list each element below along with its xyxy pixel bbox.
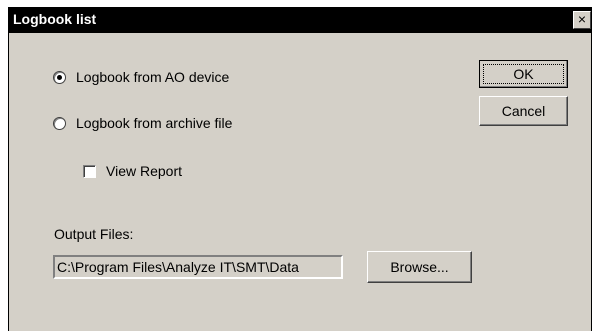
output-files-label: Output Files: xyxy=(54,226,134,242)
close-button[interactable]: × xyxy=(573,11,591,29)
radio-unselected-icon[interactable] xyxy=(53,116,66,130)
output-path-field[interactable]: C:\Program Files\Analyze IT\SMT\Data xyxy=(53,255,343,279)
close-icon: × xyxy=(577,11,587,27)
radio-ao-device-label: Logbook from AO device xyxy=(76,69,230,85)
radio-logbook-from-archive-file[interactable]: Logbook from archive file xyxy=(53,115,232,131)
radio-archive-file-label: Logbook from archive file xyxy=(76,115,233,131)
cancel-button-label: Cancel xyxy=(501,103,546,119)
view-report-checkbox-row[interactable]: View Report xyxy=(83,163,182,179)
radio-logbook-from-ao-device[interactable]: Logbook from AO device xyxy=(53,69,229,85)
title-bar: Logbook list × xyxy=(9,7,591,33)
view-report-checkbox[interactable] xyxy=(83,164,96,178)
window-title: Logbook list xyxy=(13,11,97,27)
radio-selected-icon[interactable] xyxy=(53,70,66,84)
browse-button-label: Browse... xyxy=(390,259,449,275)
browse-button[interactable]: Browse... xyxy=(367,251,472,283)
cancel-button[interactable]: Cancel xyxy=(479,96,568,126)
logbook-list-dialog: Logbook list × Logbook from AO device Lo… xyxy=(8,7,592,331)
ok-button-label: OK xyxy=(513,66,534,82)
view-report-label: View Report xyxy=(106,163,183,179)
ok-button[interactable]: OK xyxy=(479,60,568,88)
